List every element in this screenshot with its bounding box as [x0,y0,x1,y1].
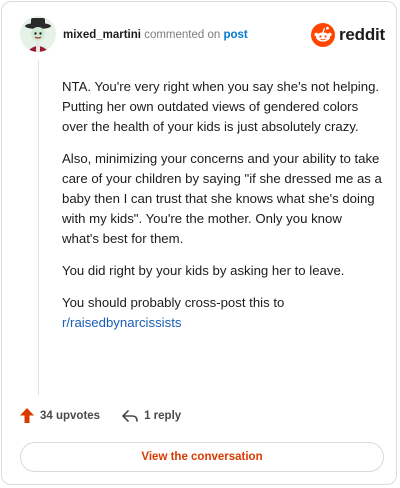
comment-paragraph-last: You should probably cross-post this to r… [62,293,382,333]
upvote-arrow-icon [20,408,34,423]
reply-button[interactable]: 1 reply [122,410,181,422]
user-avatar[interactable] [20,16,56,52]
subreddit-link[interactable]: r/raisedbynarcissists [62,315,181,330]
comment-paragraph: Also, minimizing your concerns and your … [62,151,382,246]
comment-paragraph: You did right by your kids by asking her… [62,263,345,278]
thread-line[interactable] [38,60,39,395]
username[interactable]: mixed_martini [63,29,141,41]
upvote-button[interactable]: 34 upvotes [20,408,100,423]
reply-icon [122,409,138,422]
embed-card: mixed_martini commented on post reddit N… [1,1,397,485]
post-link[interactable]: post [223,29,247,41]
reply-count: 1 reply [144,409,182,422]
comment-paragraph: NTA. You're very right when you say she'… [62,79,380,134]
comment-body: NTA. You're very right when you say she'… [62,77,382,345]
reddit-logo[interactable]: reddit [311,22,385,48]
action-text: commented on [144,29,221,41]
comment-actions: 34 upvotes 1 reply [20,408,203,423]
brand-name: reddit [339,25,386,44]
reddit-icon [311,23,335,47]
comment-text: You should probably cross-post this to [62,295,285,310]
avatar-icon [20,16,56,52]
upvote-count: 34 upvotes [40,409,101,422]
comment-meta: mixed_martini commented on post [63,29,248,41]
view-conversation-button[interactable]: View the conversation [20,442,384,472]
